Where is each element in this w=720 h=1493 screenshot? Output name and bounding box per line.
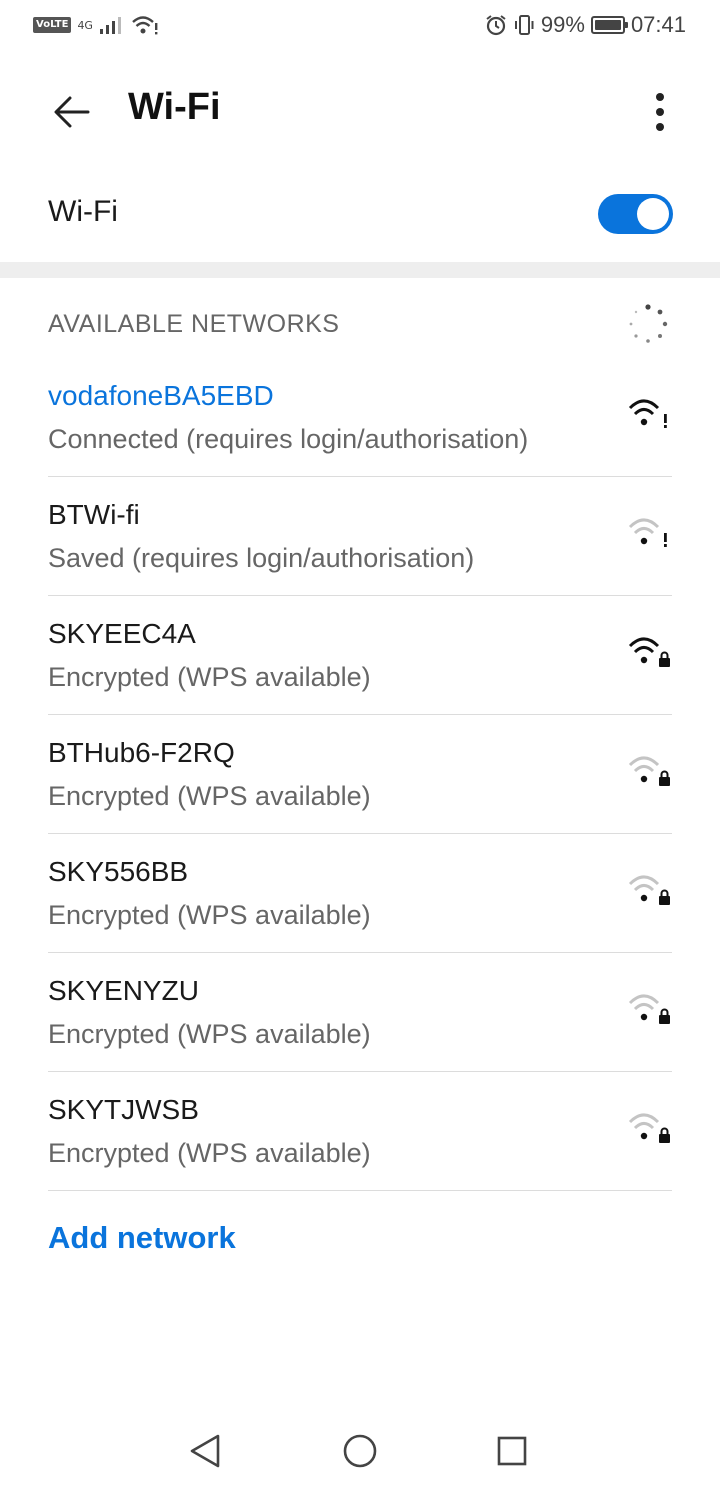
network-item[interactable]: vodafoneBA5EBD Connected (requires login/…: [48, 358, 672, 477]
network-status: Encrypted (WPS available): [48, 662, 371, 692]
vibrate-icon: [514, 15, 534, 35]
network-item[interactable]: SKYTJWSB Encrypted (WPS available): [48, 1072, 672, 1191]
wifi-toggle-switch[interactable]: [598, 194, 673, 234]
network-item[interactable]: BTWi-fi Saved (requires login/authorisati…: [48, 477, 672, 596]
battery-icon: [590, 16, 628, 34]
wifi-lock-icon: [628, 875, 670, 905]
network-ssid: vodafoneBA5EBD: [48, 380, 274, 411]
app-bar: Wi-Fi: [0, 64, 720, 160]
clock: 07:41: [630, 12, 686, 37]
network-ssid: SKY556BB: [48, 856, 189, 887]
network-status: Saved (requires login/authorisation): [48, 543, 475, 573]
network-item[interactable]: BTHub6-F2RQ Encrypted (WPS available): [48, 715, 672, 834]
status-left: VoLTE 4G: [33, 14, 159, 36]
available-networks-heading: AVAILABLE NETWORKS: [48, 310, 340, 338]
wifi-lock-icon: [628, 994, 670, 1024]
wifi-toggle-label: Wi-Fi: [48, 195, 118, 228]
back-arrow-icon: [54, 96, 90, 128]
volte-badge: VoLTE: [33, 17, 72, 33]
network-type-label: 4G: [77, 18, 93, 32]
network-status: Encrypted (WPS available): [48, 781, 371, 811]
more-vertical-icon: [656, 93, 664, 131]
nav-back-button[interactable]: [180, 1426, 230, 1476]
network-item[interactable]: SKYENYZU Encrypted (WPS available): [48, 953, 672, 1072]
network-type: 4G: [77, 20, 93, 31]
wifi-lock-icon: [628, 1113, 670, 1143]
nav-home-icon: [343, 1434, 377, 1468]
nav-back-icon: [190, 1434, 220, 1468]
network-ssid: BTWi-fi: [48, 499, 140, 530]
network-item[interactable]: SKYEEC4A Encrypted (WPS available): [48, 596, 672, 715]
network-item[interactable]: SKY556BB Encrypted (WPS available): [48, 834, 672, 953]
more-options-button[interactable]: [636, 84, 684, 140]
status-right: 99% 07:41: [485, 12, 686, 38]
network-status: Encrypted (WPS available): [48, 900, 371, 930]
battery-fill: [594, 20, 621, 30]
wifi-alert-icon: [628, 399, 667, 428]
wifi-lock-icon: [628, 756, 670, 786]
nav-recents-button[interactable]: [487, 1426, 537, 1476]
alarm-icon: [486, 15, 506, 36]
network-ssid: BTHub6-F2RQ: [48, 737, 235, 768]
network-status: Connected (requires login/authorisation): [48, 424, 529, 454]
switch-knob: [637, 198, 669, 230]
add-network-button[interactable]: Add network: [48, 1220, 236, 1256]
status-bar: VoLTE 4G 99% 07:41: [0, 0, 720, 56]
network-ssid: SKYENYZU: [48, 975, 199, 1006]
wifi-toggle-row[interactable]: Wi-Fi: [0, 170, 720, 260]
wifi-alert-icon: [628, 518, 667, 547]
network-ssid: SKYEEC4A: [48, 618, 196, 649]
signal-icon: [99, 17, 121, 34]
wifi-alert-icon: [132, 16, 158, 35]
nav-home-button[interactable]: [335, 1426, 385, 1476]
page-title: Wi-Fi: [128, 86, 221, 128]
network-ssid: SKYTJWSB: [48, 1094, 199, 1125]
network-status: Encrypted (WPS available): [48, 1138, 371, 1168]
network-status: Encrypted (WPS available): [48, 1019, 371, 1049]
section-divider: [0, 262, 720, 278]
loading-spinner-icon: [629, 304, 668, 343]
battery-percent: 99%: [540, 12, 585, 37]
system-nav-bar: [0, 1410, 720, 1493]
back-button[interactable]: [44, 84, 100, 140]
network-list: vodafoneBA5EBD Connected (requires login/…: [48, 358, 672, 1191]
wifi-lock-icon: [628, 637, 670, 667]
nav-recents-icon: [497, 1436, 527, 1466]
